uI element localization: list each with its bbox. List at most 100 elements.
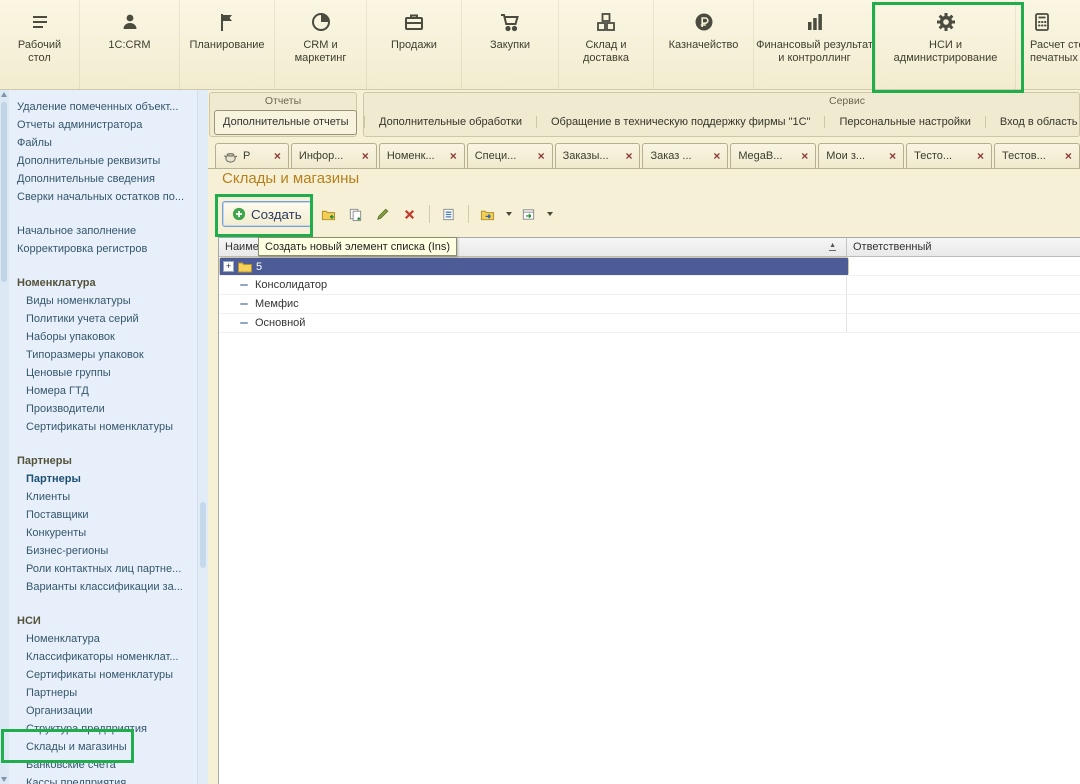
name-cell[interactable]: + Консолидатор bbox=[219, 276, 847, 294]
sidebar-item[interactable]: Структура предприятия bbox=[9, 720, 197, 738]
service-command[interactable]: Вход в область данн bbox=[985, 116, 1080, 128]
sidebar-item[interactable]: Корректировка регистров bbox=[9, 240, 197, 258]
service-command[interactable]: Персональные настройки bbox=[824, 116, 984, 128]
responsible-cell[interactable] bbox=[847, 314, 1080, 332]
document-tab[interactable]: MegaB... × bbox=[730, 143, 816, 168]
sidebar-item[interactable]: Партнеры bbox=[9, 684, 197, 702]
sidebar-item[interactable]: Номенклатура bbox=[9, 630, 197, 648]
tab-close-icon[interactable]: × bbox=[538, 150, 545, 162]
list-toolbar: Создать bbox=[222, 200, 553, 228]
responsible-cell[interactable] bbox=[847, 276, 1080, 294]
sidebar-item[interactable]: Варианты классификации за... bbox=[9, 578, 197, 596]
name-cell[interactable]: + Мемфис bbox=[219, 295, 847, 313]
column-header-responsible[interactable]: Ответственный bbox=[847, 238, 1080, 256]
create-group-button[interactable] bbox=[319, 204, 339, 224]
tab-close-icon[interactable]: × bbox=[713, 150, 720, 162]
table-row[interactable]: + 5 bbox=[219, 257, 849, 276]
sidebar-item[interactable]: Партнеры bbox=[9, 470, 197, 488]
sidebar-item[interactable]: Склады и магазины bbox=[9, 738, 197, 756]
ribbon-item-treasury[interactable]: Казначейство bbox=[654, 0, 754, 89]
ribbon-item-desktop[interactable]: Рабочийстол bbox=[0, 0, 80, 89]
tab-close-icon[interactable]: × bbox=[625, 150, 632, 162]
document-tab[interactable]: Заказ ... × bbox=[642, 143, 728, 168]
tab-close-icon[interactable]: × bbox=[362, 150, 369, 162]
sidebar-item[interactable]: Номера ГТД bbox=[9, 382, 197, 400]
additional-reports-button[interactable]: Дополнительные отчеты bbox=[214, 110, 357, 135]
scroll-down-icon[interactable] bbox=[1, 777, 7, 782]
sidebar-item[interactable]: Файлы bbox=[9, 134, 197, 152]
sidebar-item[interactable]: Дополнительные реквизиты bbox=[9, 152, 197, 170]
finance-chart-icon bbox=[803, 9, 827, 35]
ribbon-item-planning[interactable]: Планирование bbox=[180, 0, 275, 89]
table-row[interactable]: + Консолидатор bbox=[219, 276, 1080, 295]
document-tab[interactable]: Номенк... × bbox=[379, 143, 465, 168]
ribbon-item-financial-result[interactable]: Финансовый результати контроллинг bbox=[754, 0, 876, 89]
sidebar-item[interactable]: Ценовые группы bbox=[9, 364, 197, 382]
table-row[interactable]: + Мемфис bbox=[219, 295, 1080, 314]
service-command[interactable]: Дополнительные обработки bbox=[364, 116, 536, 128]
tab-close-icon[interactable]: × bbox=[889, 150, 896, 162]
sidebar-item[interactable]: Сертификаты номенклатуры bbox=[9, 418, 197, 436]
ribbon-item-warehouse[interactable]: Склад идоставка bbox=[559, 0, 654, 89]
tab-close-icon[interactable]: × bbox=[1065, 150, 1072, 162]
sidebar-item[interactable]: Политики учета серий bbox=[9, 310, 197, 328]
sidebar-item[interactable]: Роли контактных лиц партне... bbox=[9, 560, 197, 578]
document-tab[interactable]: Специ... × bbox=[467, 143, 553, 168]
ribbon-item-crm-marketing[interactable]: CRM имаркетинг bbox=[275, 0, 367, 89]
sidebar-scrollbar-thumb[interactable] bbox=[200, 502, 206, 568]
sidebar-item[interactable]: Сертификаты номенклатуры bbox=[9, 666, 197, 684]
document-tab[interactable]: Р × bbox=[215, 143, 289, 168]
sidebar-item[interactable]: Организации bbox=[9, 702, 197, 720]
sidebar-item[interactable]: Дополнительные сведения bbox=[9, 170, 197, 188]
sidebar-item[interactable]: Виды номенклатуры bbox=[9, 292, 197, 310]
sidebar-item[interactable]: Производители bbox=[9, 400, 197, 418]
service-command[interactable]: Обращение в техническую поддержку фирмы … bbox=[536, 116, 825, 128]
name-cell[interactable]: + Основной bbox=[219, 314, 847, 332]
sidebar-item[interactable]: Удаление помеченных объект... bbox=[9, 98, 197, 116]
sidebar-item[interactable]: Классификаторы номенклат... bbox=[9, 648, 197, 666]
document-tab[interactable]: Заказы... × bbox=[555, 143, 641, 168]
sidebar-item[interactable]: Отчеты администратора bbox=[9, 116, 197, 134]
sidebar-item[interactable]: Кассы предприятия bbox=[9, 774, 197, 784]
document-tab[interactable]: Тесто... × bbox=[906, 143, 992, 168]
sidebar-item[interactable]: Банковские счета bbox=[9, 756, 197, 774]
sidebar-item[interactable]: Начальное заполнение bbox=[9, 222, 197, 240]
scroll-up-icon[interactable] bbox=[1, 92, 7, 97]
scrollbar-thumb[interactable] bbox=[1, 102, 7, 282]
related-actions-button[interactable] bbox=[519, 204, 539, 224]
move-dropdown-caret[interactable] bbox=[506, 212, 512, 216]
ribbon-item-print-cost[interactable]: Расчет стоимпечатных п bbox=[1016, 0, 1080, 89]
responsible-cell[interactable] bbox=[847, 295, 1080, 313]
sidebar-item[interactable]: Наборы упаковок bbox=[9, 328, 197, 346]
sidebar-item[interactable]: Бизнес-регионы bbox=[9, 542, 197, 560]
ribbon-item-crm[interactable]: 1C:CRM bbox=[80, 0, 180, 89]
document-tab[interactable]: Инфор... × bbox=[291, 143, 377, 168]
ribbon-item-purchases[interactable]: Закупки bbox=[462, 0, 559, 89]
actions-dropdown-caret[interactable] bbox=[547, 212, 553, 216]
name-cell[interactable]: + 5 bbox=[220, 258, 848, 275]
list-settings-button[interactable] bbox=[439, 204, 459, 224]
copy-button[interactable] bbox=[346, 204, 366, 224]
tab-close-icon[interactable]: × bbox=[274, 150, 281, 162]
tab-close-icon[interactable]: × bbox=[801, 150, 808, 162]
tab-close-icon[interactable]: × bbox=[977, 150, 984, 162]
sidebar-scrollbar[interactable] bbox=[197, 90, 208, 784]
warehouses-list: Наименование ▲ Ответственный + 5 bbox=[218, 237, 1080, 784]
delete-button[interactable] bbox=[400, 204, 420, 224]
table-row[interactable]: + Основной bbox=[219, 314, 1080, 333]
document-tab[interactable]: Тестов... × bbox=[994, 143, 1080, 168]
expand-icon[interactable]: + bbox=[223, 261, 234, 272]
sidebar-item[interactable]: Типоразмеры упаковок bbox=[9, 346, 197, 364]
sidebar-item[interactable]: Конкуренты bbox=[9, 524, 197, 542]
tab-close-icon[interactable]: × bbox=[450, 150, 457, 162]
responsible-cell[interactable] bbox=[847, 257, 1080, 275]
document-tab[interactable]: Мои з... × bbox=[818, 143, 904, 168]
edit-button[interactable] bbox=[373, 204, 393, 224]
ribbon-item-sales[interactable]: Продажи bbox=[367, 0, 462, 89]
create-button[interactable]: Создать bbox=[222, 201, 312, 227]
sidebar-item[interactable]: Поставщики bbox=[9, 506, 197, 524]
sidebar-item[interactable]: Сверки начальных остатков по... bbox=[9, 188, 197, 206]
move-to-group-button[interactable] bbox=[478, 204, 498, 224]
sidebar-item[interactable]: Клиенты bbox=[9, 488, 197, 506]
ribbon-item-nsi-administration[interactable]: НСИ иадминистрирование bbox=[876, 0, 1016, 89]
